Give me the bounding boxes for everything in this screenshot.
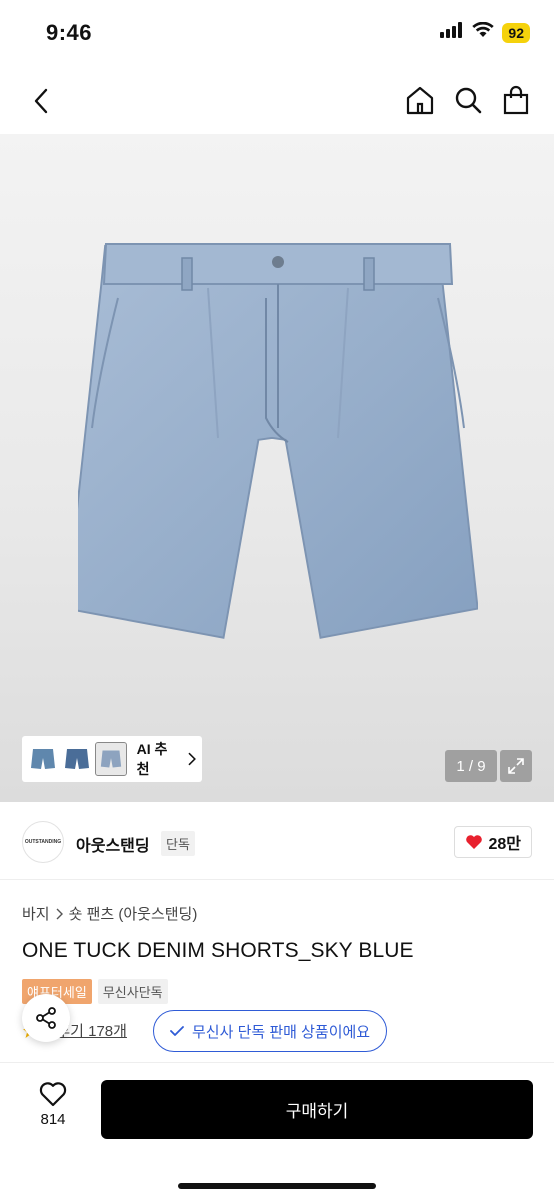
breadcrumb-subcategory[interactable]: 숏 팬츠 (아웃스탠딩): [69, 903, 198, 924]
share-icon: [36, 1007, 56, 1029]
product-gallery[interactable]: AI 추천 1 / 9: [0, 134, 554, 802]
shorts-thumbnail-icon: [100, 750, 122, 768]
brand-logo[interactable]: OUTSTANDING: [22, 821, 64, 863]
exclusive-tag: 무신사단독: [97, 979, 168, 1004]
nav-actions: [404, 82, 532, 118]
wifi-icon: [472, 21, 495, 43]
thumbnail-3[interactable]: [95, 742, 127, 776]
bag-icon: [503, 85, 529, 115]
product-image: [78, 243, 478, 639]
chevron-right-icon: [188, 752, 196, 766]
brand-name[interactable]: 아웃스탠딩: [76, 832, 150, 856]
back-button[interactable]: [26, 84, 56, 118]
wishlist-count: 814: [40, 1111, 66, 1128]
signal-icon: [440, 22, 464, 43]
product-title: ONE TUCK DENIM SHORTS_SKY BLUE: [22, 939, 414, 962]
status-indicators: 92: [440, 21, 530, 43]
heart-outline-icon: [39, 1082, 67, 1107]
search-button[interactable]: [452, 82, 484, 118]
buy-button[interactable]: 구매하기: [101, 1080, 533, 1139]
brand-row: OUTSTANDING 아웃스탠딩 단독 28만: [0, 802, 554, 880]
breadcrumb-category[interactable]: 바지: [22, 903, 50, 924]
home-indicator: [178, 1183, 376, 1189]
ai-recommend-label: AI 추천: [136, 741, 168, 777]
exclusive-badge: 단독: [161, 831, 195, 856]
toast-text: 무신사 단독 판매 상품이에요: [192, 1023, 371, 1041]
status-time: 9:46: [46, 20, 93, 45]
chevron-left-icon: [34, 88, 48, 114]
status-bar: 9:46 92: [0, 0, 554, 68]
search-icon: [455, 87, 482, 114]
shorts-thumbnail-icon: [30, 749, 55, 769]
breadcrumb: 바지 숏 팬츠 (아웃스탠딩): [22, 903, 197, 924]
image-counter: 1 / 9: [445, 750, 497, 782]
home-button[interactable]: [404, 82, 436, 118]
check-icon: [170, 1026, 184, 1036]
brand-like-button[interactable]: 28만: [454, 826, 532, 858]
share-button[interactable]: [22, 994, 70, 1042]
brand-like-count: 28만: [488, 836, 521, 853]
chevron-right-icon: [56, 908, 63, 919]
cart-button[interactable]: [500, 82, 532, 118]
expand-icon: [508, 758, 524, 774]
heart-filled-icon: [466, 835, 483, 849]
top-nav: [0, 68, 554, 134]
wishlist-button[interactable]: 814: [22, 1081, 84, 1128]
expand-button[interactable]: [500, 750, 532, 782]
exclusive-toast: 무신사 단독 판매 상품이에요: [153, 1010, 388, 1052]
home-icon: [406, 86, 434, 115]
bottom-action-bar: 814 구매하기: [0, 1062, 554, 1200]
thumbnail-2[interactable]: [62, 743, 91, 775]
ai-recommendation-strip[interactable]: AI 추천: [22, 736, 202, 782]
thumbnail-1[interactable]: [28, 743, 57, 775]
battery-indicator: 92: [502, 22, 530, 43]
shorts-thumbnail-icon: [64, 749, 89, 769]
